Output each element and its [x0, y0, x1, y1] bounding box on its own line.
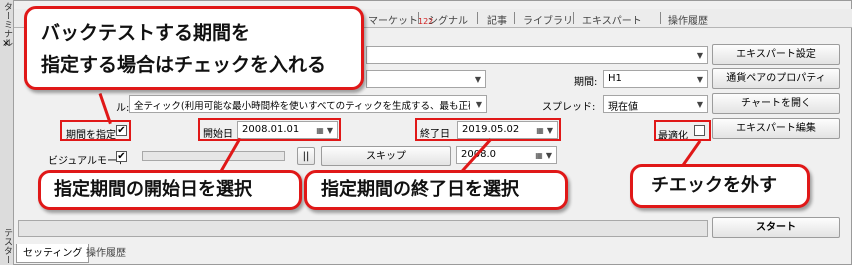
progress-bar	[18, 220, 708, 237]
edit-expert-button[interactable]: エキスパート編集	[712, 118, 840, 139]
tab-journal[interactable]: 操作履歴	[668, 12, 708, 27]
tab-library[interactable]: ライブラリ	[523, 12, 573, 27]
callout-uncheck: チエックを外す	[630, 164, 810, 208]
spread-select[interactable]: 現在値 ▼	[603, 95, 708, 113]
chevron-down-icon: ▼	[475, 100, 483, 109]
tab-market[interactable]: マーケット122	[368, 12, 433, 27]
tab-separator	[418, 12, 419, 24]
model-value: 全ティック(利用可能な最小時間枠を使いすべてのティックを生成する、最も正確な方	[134, 101, 470, 112]
tab-articles[interactable]: 記事	[487, 12, 507, 27]
optimize-highlight	[654, 120, 711, 141]
tab-separator	[514, 12, 515, 24]
visual-mode-checkbox[interactable]: ✔	[116, 151, 127, 162]
side-label-tester: テスター	[2, 228, 12, 264]
chevron-down-icon: ▼	[545, 151, 553, 160]
tab-separator	[660, 12, 661, 24]
symbol-select[interactable]: ▼	[366, 70, 486, 88]
model-label: ル:	[116, 103, 130, 114]
tab-journal-bottom[interactable]: 操作履歴	[80, 244, 132, 263]
side-panel-strip: ターミナル × テスター	[0, 0, 14, 265]
use-date-highlight	[60, 120, 131, 141]
speed-slider[interactable]	[142, 151, 285, 161]
chevron-down-icon: ▼	[696, 51, 704, 60]
expert-select[interactable]: ▼	[366, 46, 708, 64]
pause-button[interactable]: ||	[297, 147, 315, 165]
model-select[interactable]: 全ティック(利用可能な最小時間枠を使いすべてのティックを生成する、最も正確な方 …	[129, 95, 487, 113]
end-date-highlight	[415, 118, 561, 141]
start-button[interactable]: スタート	[712, 217, 840, 238]
symbol-properties-button[interactable]: 通貨ペアのプロパティ	[712, 68, 840, 89]
tab-signals[interactable]: シグナル	[428, 12, 468, 27]
start-date-highlight	[198, 118, 341, 141]
close-icon[interactable]: ×	[2, 38, 10, 49]
callout-start-date: 指定期間の開始日を選択	[38, 170, 302, 210]
spread-label: スプレッド:	[542, 102, 596, 113]
period-label: 期間:	[574, 77, 598, 88]
skip-button-label: スキップ	[321, 146, 451, 166]
chevron-down-icon: ▼	[474, 75, 482, 84]
tab-settings[interactable]: セッティング	[16, 244, 90, 263]
tab-market-label: マーケット	[368, 16, 418, 27]
period-select[interactable]: H1 ▼	[603, 70, 708, 88]
spread-value: 現在値	[608, 102, 638, 113]
expert-settings-button[interactable]: エキスパート設定	[712, 44, 840, 65]
callout-end-date: 指定期間の終了日を選択	[304, 170, 568, 210]
open-chart-button[interactable]: チャートを開く	[712, 93, 840, 114]
tab-separator	[573, 12, 574, 24]
tab-experts[interactable]: エキスパート	[582, 12, 642, 27]
calendar-icon: ▦	[535, 151, 543, 160]
tab-separator	[477, 12, 478, 24]
period-value: H1	[608, 73, 622, 84]
chevron-down-icon: ▼	[696, 75, 704, 84]
callout-backtest-period: バックテストする期間を 指定する場合はチェックを入れる	[24, 6, 364, 90]
chevron-down-icon: ▼	[696, 100, 704, 109]
